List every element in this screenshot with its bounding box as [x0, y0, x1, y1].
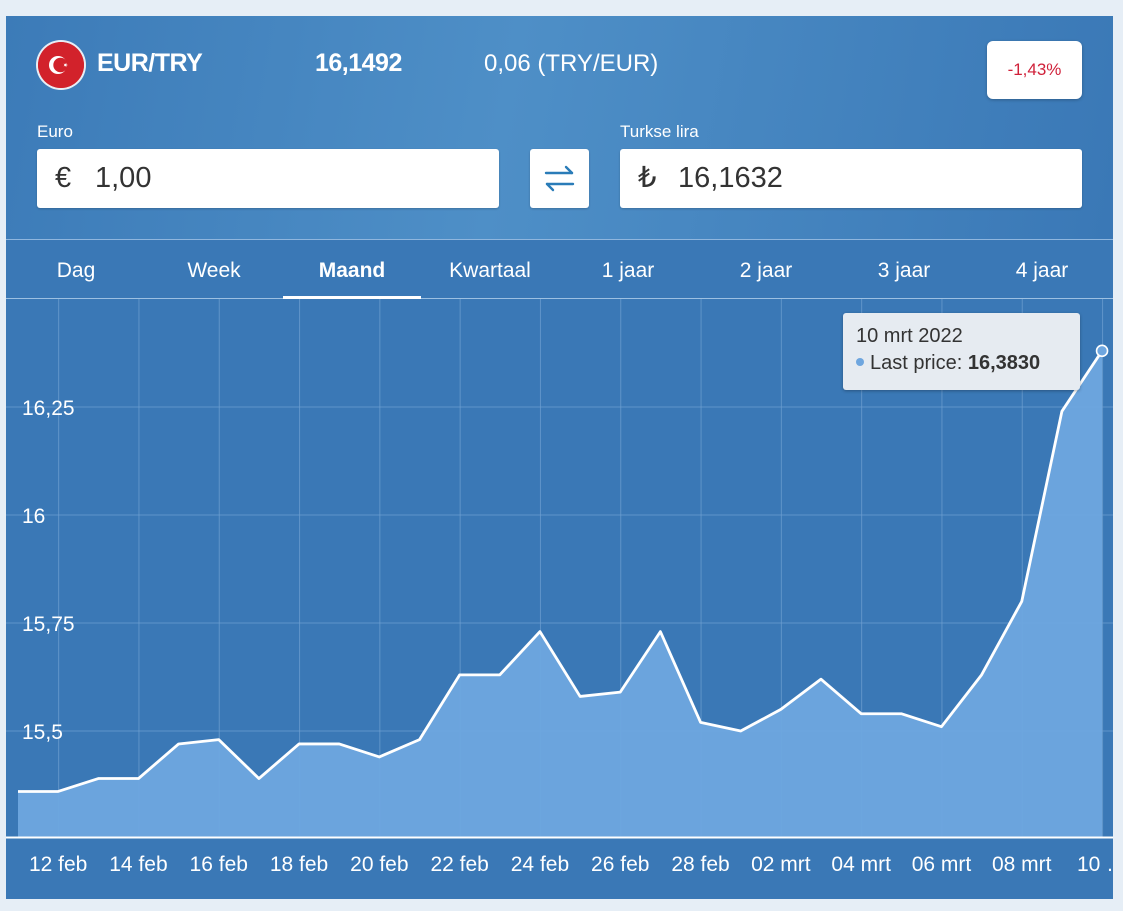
- to-amount-field[interactable]: ₺ 16,1632: [620, 149, 1082, 208]
- x-tick-label: 26 feb: [591, 853, 649, 876]
- y-tick-label: 15,5: [22, 721, 63, 744]
- tab-week[interactable]: Week: [145, 240, 283, 298]
- y-tick-label: 16: [22, 505, 45, 528]
- swap-button[interactable]: [530, 149, 589, 208]
- x-tick-label: 20 feb: [350, 853, 408, 876]
- tab-kwartaal[interactable]: Kwartaal: [421, 240, 559, 298]
- from-amount-field[interactable]: € 1,00: [37, 149, 499, 208]
- x-tick-label: 24 feb: [511, 853, 569, 876]
- x-tick-label: 18 feb: [270, 853, 328, 876]
- tab-maand[interactable]: Maand: [283, 240, 421, 299]
- series-dot-icon: [856, 357, 864, 366]
- from-amount-value: 1,00: [95, 162, 152, 194]
- x-tick-label: 16 feb: [190, 853, 248, 876]
- x-tick-label: 02 mrt: [751, 853, 811, 876]
- x-tick-label: 04 mrt: [831, 853, 891, 876]
- tab-2-jaar[interactable]: 2 jaar: [697, 240, 835, 298]
- currency-pair: EUR/TRY: [97, 49, 203, 77]
- tab-1-jaar[interactable]: 1 jaar: [559, 240, 697, 298]
- currency-widget: EUR/TRY 16,1492 0,06 (TRY/EUR) -1,43% Eu…: [6, 16, 1113, 899]
- swap-arrows-icon: [544, 165, 575, 192]
- y-tick-label: 15,75: [22, 613, 75, 636]
- period-tabs: Dag Week Maand Kwartaal 1 jaar 2 jaar 3 …: [6, 240, 1113, 299]
- x-tick-label: 06 mrt: [912, 853, 972, 876]
- x-tick-label: 28 feb: [671, 853, 729, 876]
- price-area: [18, 350, 1103, 837]
- tooltip-date: 10 mrt 2022: [856, 325, 963, 347]
- tooltip-row: Last price: 16,3830: [856, 352, 1040, 375]
- x-tick-label: 08 mrt: [992, 853, 1052, 876]
- turkey-flag-icon: [38, 42, 84, 88]
- x-tick-label: 14 feb: [109, 853, 167, 876]
- change-badge: -1,43%: [987, 41, 1082, 99]
- tab-4-jaar[interactable]: 4 jaar: [973, 240, 1111, 298]
- lira-symbol: ₺: [638, 162, 657, 194]
- tab-3-jaar[interactable]: 3 jaar: [835, 240, 973, 298]
- euro-symbol: €: [55, 162, 72, 194]
- x-tick-label: 22 feb: [430, 853, 488, 876]
- tooltip-value: 16,3830: [967, 352, 1041, 374]
- converter-header: EUR/TRY 16,1492 0,06 (TRY/EUR) -1,43% Eu…: [6, 16, 1113, 240]
- exchange-rate: 16,1492: [315, 49, 402, 77]
- y-tick-label: 16,25: [22, 397, 75, 420]
- to-currency-label: Turkse lira: [620, 122, 699, 141]
- tooltip-label: Last price:: [870, 352, 963, 374]
- inverse-rate: 0,06 (TRY/EUR): [484, 50, 659, 77]
- x-tick-label: 12 feb: [29, 853, 87, 876]
- price-tooltip: 10 mrt 2022 Last price: 16,3830: [843, 313, 1080, 390]
- from-currency-label: Euro: [37, 122, 73, 141]
- data-point: [1095, 344, 1109, 358]
- tab-dag[interactable]: Dag: [7, 240, 145, 298]
- to-amount-value: 16,1632: [678, 162, 783, 194]
- x-tick-label: 10 …: [1077, 853, 1113, 876]
